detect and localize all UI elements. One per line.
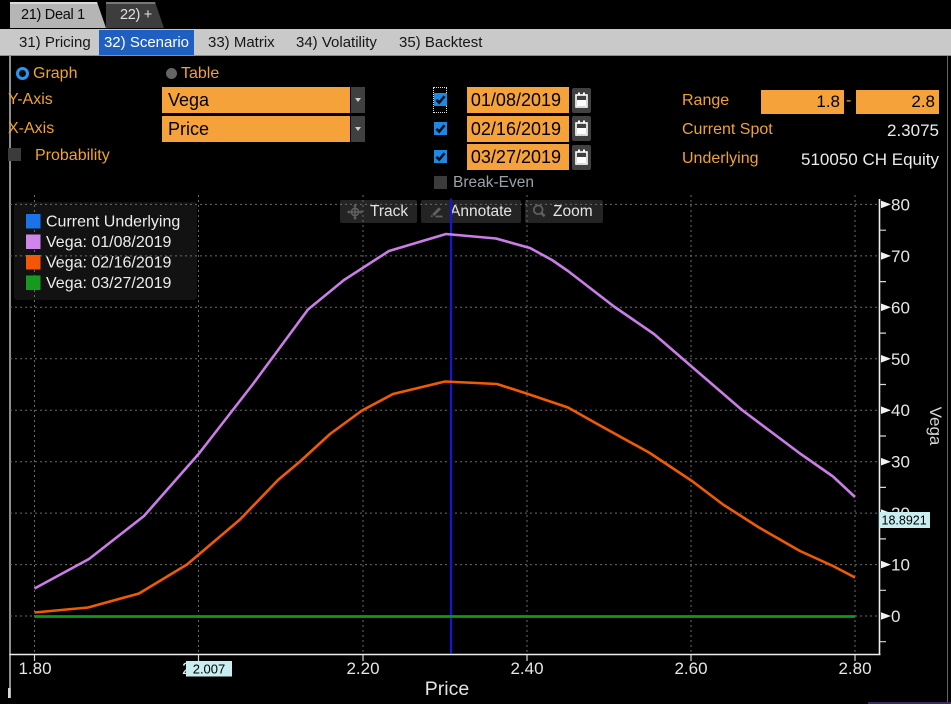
svg-text:2.80: 2.80 bbox=[838, 659, 871, 678]
svg-text:30: 30 bbox=[891, 453, 910, 472]
svg-text:Vega: 03/27/2019: Vega: 03/27/2019 bbox=[46, 275, 172, 292]
svg-text:10: 10 bbox=[891, 556, 910, 575]
svg-text:Vega: 02/16/2019: Vega: 02/16/2019 bbox=[46, 255, 172, 272]
svg-text:2.40: 2.40 bbox=[510, 659, 543, 678]
svg-text:40: 40 bbox=[891, 401, 910, 420]
svg-text:2.007: 2.007 bbox=[193, 661, 226, 676]
svg-text:50: 50 bbox=[891, 350, 910, 369]
svg-text:1.80: 1.80 bbox=[18, 659, 51, 678]
svg-text:Vega: Vega bbox=[926, 407, 945, 446]
svg-text:60: 60 bbox=[891, 298, 910, 317]
svg-text:0: 0 bbox=[891, 607, 900, 626]
svg-text:Current Underlying: Current Underlying bbox=[46, 214, 180, 231]
svg-text:80: 80 bbox=[891, 195, 910, 214]
svg-text:70: 70 bbox=[891, 247, 910, 266]
svg-text:18.8921: 18.8921 bbox=[882, 514, 927, 528]
svg-text:2.20: 2.20 bbox=[346, 659, 379, 678]
svg-text:Price: Price bbox=[425, 678, 469, 700]
svg-text:2.60: 2.60 bbox=[674, 659, 707, 678]
svg-text:Vega: 01/08/2019: Vega: 01/08/2019 bbox=[46, 234, 172, 251]
